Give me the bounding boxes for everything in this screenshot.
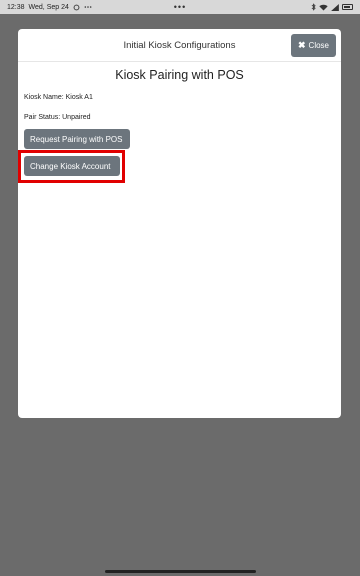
home-indicator[interactable]: [105, 570, 256, 573]
battery-icon: [342, 4, 353, 10]
modal-title: Initial Kiosk Configurations: [123, 39, 236, 51]
section-heading: Kiosk Pairing with POS: [115, 68, 244, 82]
change-kiosk-account-button[interactable]: Change Kiosk Account: [24, 156, 120, 176]
status-time: 12:38: [7, 3, 25, 11]
bluetooth-icon: [311, 3, 316, 11]
close-button[interactable]: ✖ Close: [291, 34, 336, 57]
multitask-indicator[interactable]: •••: [174, 3, 186, 12]
close-icon: ✖: [298, 40, 306, 50]
notification-icon: [73, 4, 80, 11]
close-button-label: Close: [308, 41, 329, 50]
more-dots-icon: [84, 5, 92, 9]
request-pairing-button[interactable]: Request Pairing with POS: [24, 129, 130, 149]
status-date: Wed, Sep 24: [28, 3, 69, 11]
pair-status-text: Pair Status: Unpaired: [24, 114, 91, 121]
modal-body: Kiosk Pairing with POS Kiosk Name: Kiosk…: [18, 62, 341, 121]
modal-header: Initial Kiosk Configurations ✖ Close: [18, 29, 341, 62]
system-status-bar: 12:38 Wed, Sep 24 •••: [0, 0, 360, 14]
wifi-icon: [319, 4, 328, 11]
kiosk-name-text: Kiosk Name: Kiosk A1: [24, 94, 93, 101]
kiosk-config-modal: Initial Kiosk Configurations ✖ Close Kio…: [18, 29, 341, 418]
signal-icon: [331, 3, 339, 11]
